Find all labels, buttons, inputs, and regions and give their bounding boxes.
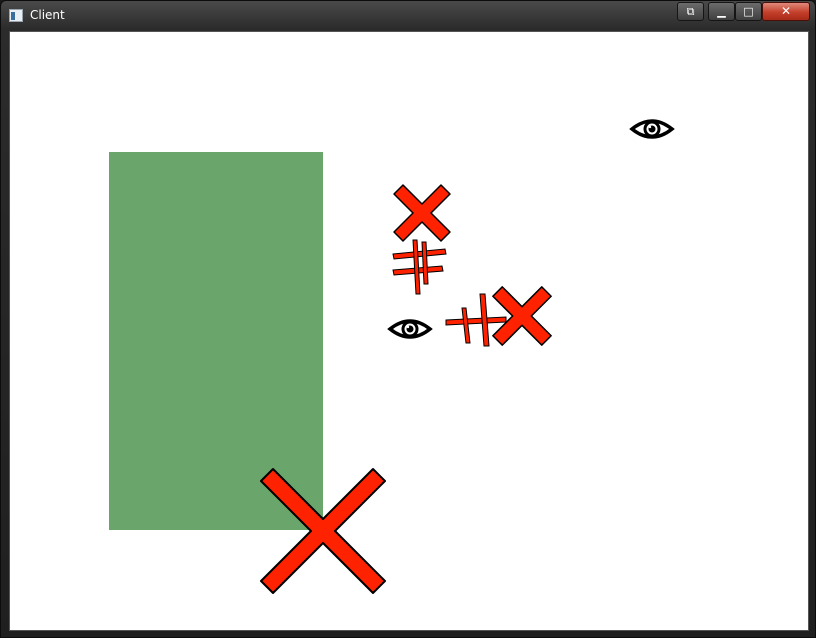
minimize-icon: ▁ <box>717 5 726 18</box>
window-title: Client <box>30 8 65 22</box>
x-cross-icon[interactable] <box>492 286 552 346</box>
close-button[interactable]: ✕ <box>762 2 810 21</box>
green-rectangle[interactable] <box>109 152 323 530</box>
restore-to-tray-icon: ⧉ <box>686 5 695 18</box>
hash-mark-icon[interactable] <box>392 239 447 295</box>
title-bar[interactable]: Client ⧉ ▁ □ ✕ <box>1 1 816 31</box>
app-window: Client ⧉ ▁ □ ✕ <box>0 0 816 638</box>
scene-canvas <box>109 119 675 594</box>
minimize-button[interactable]: ▁ <box>708 2 735 21</box>
client-area[interactable] <box>9 31 809 631</box>
x-cross-icon[interactable] <box>393 184 451 242</box>
extra-window-button[interactable]: ⧉ <box>677 2 704 21</box>
maximize-button[interactable]: □ <box>735 2 762 21</box>
close-icon: ✕ <box>780 4 792 18</box>
application-icon <box>9 9 23 22</box>
maximize-icon: □ <box>743 5 754 18</box>
eye-icon[interactable] <box>387 319 433 339</box>
eye-icon[interactable] <box>629 119 675 139</box>
